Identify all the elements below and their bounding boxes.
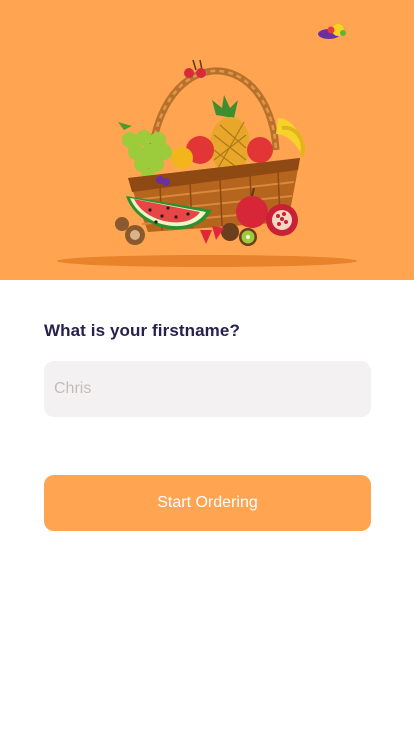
- hero-illustration: [57, 24, 357, 267]
- start-ordering-button[interactable]: Start Ordering: [44, 475, 371, 531]
- firstname-input[interactable]: [44, 361, 371, 417]
- hero-banner: [0, 0, 414, 280]
- name-form: What is your firstname?: [44, 320, 371, 417]
- fruit-basket-icon: [57, 59, 357, 267]
- firstname-question-label: What is your firstname?: [44, 321, 240, 340]
- fruits-icon: [318, 24, 346, 39]
